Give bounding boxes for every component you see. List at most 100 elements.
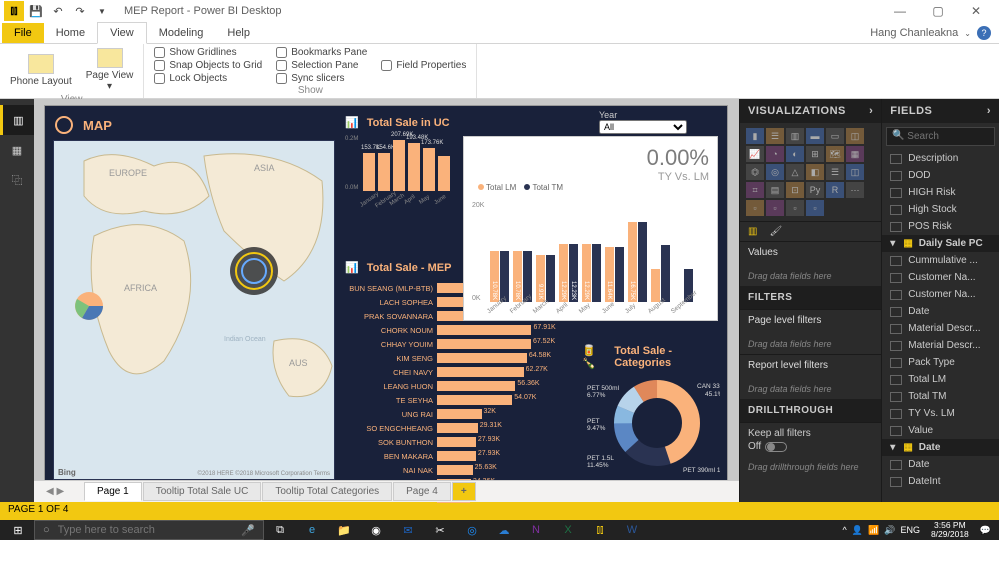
onedrive-icon[interactable]: ☁ xyxy=(488,520,520,540)
volume-icon[interactable]: 🔊 xyxy=(884,525,895,536)
action-center-icon[interactable]: 💬 xyxy=(980,525,991,536)
drillthrough-dropzone[interactable]: Drag drillthrough fields here xyxy=(740,457,881,477)
field-item[interactable]: Cummulative ... xyxy=(882,252,999,269)
file-explorer-icon[interactable]: 📁 xyxy=(328,520,360,540)
help-icon[interactable]: ? xyxy=(977,26,991,40)
field-table[interactable]: ▾▦Date xyxy=(882,439,999,456)
powerbi-icon[interactable]: ⫾⫾ xyxy=(584,520,616,540)
user-label[interactable]: Hang Chanleakna ⌄ ? xyxy=(862,23,999,43)
field-item[interactable]: TY Vs. LM xyxy=(882,405,999,422)
page-tab-tooltip-cat[interactable]: Tooltip Total Categories xyxy=(262,482,392,501)
viz-type-icon[interactable]: ◧ xyxy=(806,164,824,180)
viz-type-icon[interactable]: 📈 xyxy=(746,146,764,162)
field-item[interactable]: Date xyxy=(882,303,999,320)
outlook-icon[interactable]: ✉ xyxy=(392,520,424,540)
app-icon[interactable]: ⫾⫾ xyxy=(4,1,24,21)
field-item[interactable]: Value xyxy=(882,422,999,439)
field-item[interactable]: DOD xyxy=(882,167,999,184)
data-view-icon[interactable]: ▦ xyxy=(0,135,34,165)
page-tab-1[interactable]: Page 1 xyxy=(84,482,142,501)
viz-type-icon[interactable]: ⌗ xyxy=(746,182,764,198)
viz-type-icon[interactable]: ▫ xyxy=(746,200,764,216)
taskbar-search[interactable]: ○ 🎤 xyxy=(34,520,264,540)
field-item[interactable]: Customer Na... xyxy=(882,269,999,286)
format-mode-icon[interactable]: 🖌 xyxy=(769,226,782,237)
redo-icon[interactable]: ↷ xyxy=(70,1,90,21)
check-bookmarks-pane[interactable]: Bookmarks Pane xyxy=(276,47,367,58)
field-item[interactable]: HIGH Risk xyxy=(882,184,999,201)
viz-type-icon[interactable]: ◫ xyxy=(846,128,864,144)
start-button[interactable]: ⊞ xyxy=(2,520,34,540)
system-tray[interactable]: ^ 👤 📶 🔊 ENG 3:56 PM8/29/2018 💬 xyxy=(837,521,997,540)
page-tab-tooltip-uc[interactable]: Tooltip Total Sale UC xyxy=(143,482,262,501)
viz-type-icon[interactable]: ▫ xyxy=(806,200,824,216)
field-table[interactable]: ▾▦Daily Sale PC xyxy=(882,235,999,252)
tab-view[interactable]: View xyxy=(97,22,147,44)
check-field-properties[interactable]: Field Properties xyxy=(381,60,466,71)
field-item[interactable]: DateInt xyxy=(882,473,999,490)
report-page[interactable]: MAP EUROPE ASIA AFRICA AUS Indian Ocean xyxy=(44,105,728,482)
add-page-button[interactable]: + xyxy=(452,482,476,501)
viz-type-icon[interactable]: ◫ xyxy=(846,164,864,180)
report-filters-dropzone[interactable]: Drag data fields here xyxy=(740,379,881,399)
taskbar-search-input[interactable] xyxy=(58,524,234,536)
tooltip-visual[interactable]: 0.00% TY Vs. LM Total LM Total TM 20K0K1… xyxy=(463,136,718,321)
clock[interactable]: 3:56 PM8/29/2018 xyxy=(925,521,975,540)
viz-type-icon[interactable]: ⏣ xyxy=(746,164,764,180)
year-slicer[interactable]: Year All xyxy=(599,110,687,134)
map-visual[interactable]: EUROPE ASIA AFRICA AUS Indian Ocean xyxy=(53,140,335,480)
excel-icon[interactable]: X xyxy=(552,520,584,540)
viz-type-icon[interactable]: △ xyxy=(786,164,804,180)
report-canvas[interactable]: MAP EUROPE ASIA AFRICA AUS Indian Ocean xyxy=(34,99,739,502)
viz-type-icon[interactable]: ▫ xyxy=(786,200,804,216)
word-icon[interactable]: W xyxy=(616,520,648,540)
field-item[interactable]: Material Descr... xyxy=(882,337,999,354)
model-view-icon[interactable]: ⿻ xyxy=(0,165,34,195)
tab-home[interactable]: Home xyxy=(44,23,97,43)
field-item[interactable]: Material Descr... xyxy=(882,320,999,337)
field-item[interactable]: High Stock xyxy=(882,201,999,218)
field-item[interactable]: POS Risk xyxy=(882,218,999,235)
field-item[interactable]: Total LM xyxy=(882,371,999,388)
page-filters-dropzone[interactable]: Drag data fields here xyxy=(740,334,881,354)
keep-all-toggle[interactable]: Off xyxy=(748,441,873,452)
visualizations-header[interactable]: VISUALIZATIONS› xyxy=(740,99,881,123)
viz-type-icon[interactable]: ⊞ xyxy=(806,146,824,162)
viz-type-icon[interactable]: ◎ xyxy=(766,164,784,180)
field-item[interactable]: Date xyxy=(882,456,999,473)
viz-type-icon[interactable]: ☰ xyxy=(826,164,844,180)
check-snap-to-grid[interactable]: Snap Objects to Grid xyxy=(154,60,262,71)
field-item[interactable]: Total TM xyxy=(882,388,999,405)
qat-dropdown-icon[interactable]: ▼ xyxy=(92,1,112,21)
viz-type-icon[interactable]: R xyxy=(826,182,844,198)
field-item[interactable]: Customer Na... xyxy=(882,286,999,303)
viz-type-icon[interactable]: ▭ xyxy=(826,128,844,144)
save-icon[interactable]: 💾 xyxy=(26,1,46,21)
viz-type-icon[interactable]: ⊡ xyxy=(786,182,804,198)
viz-type-icon[interactable]: ☰ xyxy=(766,128,784,144)
teamviewer-icon[interactable]: ◎ xyxy=(456,520,488,540)
page-tab-4[interactable]: Page 4 xyxy=(393,482,451,501)
file-menu[interactable]: File xyxy=(2,23,44,43)
mic-icon[interactable]: 🎤 xyxy=(241,524,255,537)
field-item[interactable]: Description xyxy=(882,150,999,167)
phone-layout-button[interactable]: Phone Layout xyxy=(6,46,76,94)
viz-type-icon[interactable]: 🗺 xyxy=(826,146,844,162)
sale-cat-chart[interactable]: CAN 330ml45.1% PET 390ml 18.18% PET 1.5L… xyxy=(585,368,720,478)
people-icon[interactable]: 👤 xyxy=(852,525,863,536)
edge-icon[interactable]: e xyxy=(296,520,328,540)
wifi-icon[interactable]: 📶 xyxy=(868,525,879,536)
viz-type-icon[interactable]: ▦ xyxy=(846,146,864,162)
maximize-button[interactable]: ▢ xyxy=(919,0,957,22)
undo-icon[interactable]: ↶ xyxy=(48,1,68,21)
onenote-icon[interactable]: N xyxy=(520,520,552,540)
values-dropzone[interactable]: Drag data fields here xyxy=(740,266,881,286)
tray-chevron-icon[interactable]: ^ xyxy=(843,525,847,535)
report-view-icon[interactable]: ▥ xyxy=(0,105,34,135)
viz-type-icon[interactable]: ⋯ xyxy=(846,182,864,198)
chrome-icon[interactable]: ◉ xyxy=(360,520,392,540)
viz-type-icon[interactable]: ▮ xyxy=(746,128,764,144)
viz-type-icon[interactable]: ◔ xyxy=(766,146,784,162)
fields-header[interactable]: FIELDS› xyxy=(882,99,999,123)
viz-type-icon[interactable]: ◐ xyxy=(786,146,804,162)
